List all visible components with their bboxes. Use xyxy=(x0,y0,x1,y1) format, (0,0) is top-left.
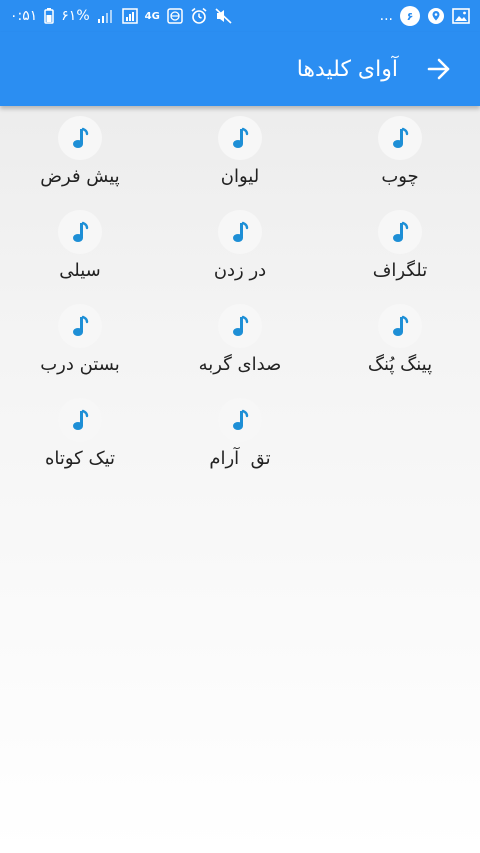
music-note-icon xyxy=(218,398,262,442)
sound-item[interactable]: سیلی xyxy=(0,200,160,296)
notification-count: ۶ xyxy=(406,9,414,23)
sound-item[interactable]: تلگراف xyxy=(320,200,480,296)
sound-item[interactable]: چوب xyxy=(320,106,480,202)
battery-percent: ۶۱% xyxy=(61,8,90,24)
sound-item[interactable]: پینگ پُنگ xyxy=(320,294,480,390)
sound-item-label: صدای گربه xyxy=(198,354,282,375)
sound-item-label: تق آرام xyxy=(209,448,271,469)
sound-item[interactable]: پیش فرض xyxy=(0,106,160,202)
sound-item[interactable]: در زدن xyxy=(160,200,320,296)
sound-item-label: پیش فرض xyxy=(40,166,120,187)
sound-item-label: چوب xyxy=(381,166,419,187)
music-note-icon xyxy=(58,398,102,442)
sound-item[interactable]: صدای گربه xyxy=(160,294,320,390)
status-time: ۰:۵۱ xyxy=(10,8,38,24)
location-icon xyxy=(427,7,445,25)
page-title: آوای کلیدها xyxy=(296,56,398,82)
sound-item[interactable]: بستن درب xyxy=(0,294,160,390)
alarm-icon xyxy=(190,7,208,25)
vpn-icon xyxy=(167,8,183,24)
arrow-right-icon xyxy=(427,58,450,80)
music-note-icon xyxy=(58,304,102,348)
sound-item-label: تلگراف xyxy=(372,260,428,281)
sound-item-label: لیوان xyxy=(220,166,260,187)
sound-item[interactable]: لیوان xyxy=(160,106,320,202)
sound-item-label: سیلی xyxy=(59,260,101,281)
music-note-icon xyxy=(218,210,262,254)
status-more: ... xyxy=(379,8,393,24)
status-bar: ۰:۵۱ ۶۱% 4G ... ۶ xyxy=(0,0,480,32)
app-bar: آوای کلیدها xyxy=(0,32,480,106)
music-note-icon xyxy=(58,210,102,254)
status-bar-right: ... ۶ xyxy=(380,6,470,26)
image-icon xyxy=(452,8,470,24)
sound-item-label: بستن درب xyxy=(40,354,120,375)
back-button[interactable] xyxy=(424,54,454,84)
status-bar-left: ۰:۵۱ ۶۱% 4G xyxy=(10,7,233,25)
sound-item-label: در زدن xyxy=(213,260,267,281)
music-note-icon xyxy=(218,304,262,348)
sound-item-label: پینگ پُنگ xyxy=(367,354,433,375)
network-type: 4G xyxy=(144,10,160,22)
music-note-icon xyxy=(378,304,422,348)
music-note-icon xyxy=(378,116,422,160)
music-note-icon xyxy=(218,116,262,160)
sound-item[interactable]: تیک کوتاه xyxy=(0,388,160,484)
signal-box-icon xyxy=(121,8,138,24)
battery-icon xyxy=(44,8,55,24)
notification-badge: ۶ xyxy=(400,6,420,26)
mute-icon xyxy=(215,8,233,24)
sound-item[interactable]: تق آرام xyxy=(160,388,320,484)
music-note-icon xyxy=(378,210,422,254)
signal-icon xyxy=(97,9,115,23)
sound-item-label: تیک کوتاه xyxy=(44,448,116,469)
music-note-icon xyxy=(58,116,102,160)
